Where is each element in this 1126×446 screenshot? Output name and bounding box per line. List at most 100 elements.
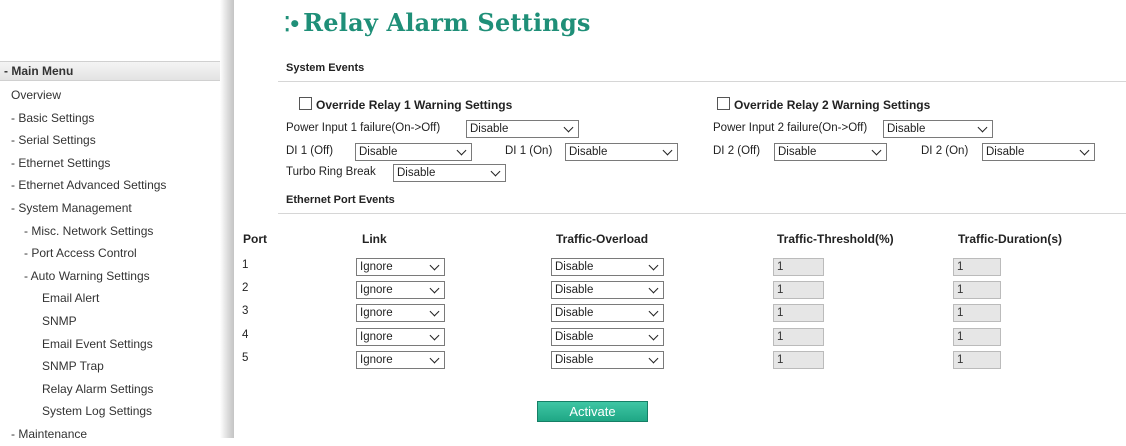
menu-item-relay-alarm-settings[interactable]: Relay Alarm Settings [0,378,220,401]
column-header-traffic-duration: Traffic-Duration(s) [958,232,1063,246]
power-input1-select[interactable]: Disable [466,120,579,138]
di2-on-select[interactable]: Disable [982,143,1095,161]
link-select[interactable]: Ignore [356,351,445,369]
di1-off-label: DI 1 (Off) [286,145,334,157]
link-value: Ignore [360,354,393,366]
main-menu-header[interactable]: - Main Menu [0,61,220,81]
system-events-divider [278,81,1126,82]
traffic-overload-select[interactable]: Disable [551,351,664,369]
traffic-overload-select[interactable]: Disable [551,258,664,276]
di1-on-label: DI 1 (On) [505,145,553,157]
chevron-down-icon [429,306,440,317]
di2-off-select[interactable]: Disable [774,143,887,161]
override-relay2-label: Override Relay 2 Warning Settings [734,98,931,112]
turbo-ring-break-select[interactable]: Disable [393,164,506,182]
override-relay1-checkbox[interactable] [299,97,312,110]
menu-item-serial-settings[interactable]: - Serial Settings [0,129,220,152]
chevron-down-icon [429,260,440,271]
main-menu-list: Overview - Basic Settings - Serial Setti… [0,84,220,446]
traffic-overload-value: Disable [555,284,594,296]
menu-item-auto-warning-settings[interactable]: - Auto Warning Settings [0,265,220,288]
menu-item-overview[interactable]: Overview [0,84,220,107]
traffic-threshold-input[interactable]: 1 [773,281,824,299]
traffic-threshold-input[interactable]: 1 [773,351,824,369]
traffic-overload-value: Disable [555,354,594,366]
menu-item-snmp[interactable]: SNMP [0,310,220,333]
traffic-overload-select[interactable]: Disable [551,281,664,299]
page-title-text: Relay Alarm Settings [303,8,591,37]
activate-button[interactable]: Activate [537,401,648,422]
menu-item-system-management[interactable]: - System Management [0,197,220,220]
di2-on-label: DI 2 (On) [921,145,969,157]
traffic-overload-select[interactable]: Disable [551,304,664,322]
column-header-traffic-overload: Traffic-Overload [556,232,649,246]
column-header-link: Link [362,232,387,246]
di1-on-select[interactable]: Disable [565,143,678,161]
traffic-duration-input[interactable]: 1 [953,281,1001,299]
chevron-down-icon [871,145,882,156]
link-select[interactable]: Ignore [356,281,445,299]
power-input1-label: Power Input 1 failure(On->Off) [286,122,441,134]
traffic-duration-input[interactable]: 1 [953,351,1001,369]
sidebar-shadow [220,0,234,438]
override-relay2-checkbox[interactable] [717,97,730,110]
menu-item-ethernet-advanced-settings[interactable]: - Ethernet Advanced Settings [0,174,220,197]
dots-icon: ⁚• [284,12,301,36]
di2-on-value: Disable [986,146,1025,158]
chevron-down-icon [662,145,673,156]
menu-item-email-event-settings[interactable]: Email Event Settings [0,333,220,356]
traffic-duration-input[interactable]: 1 [953,258,1001,276]
di1-off-select[interactable]: Disable [355,143,472,161]
turbo-ring-break-label: Turbo Ring Break [286,166,376,178]
traffic-overload-value: Disable [555,331,594,343]
link-value: Ignore [360,284,393,296]
chevron-down-icon [563,122,574,133]
link-value: Ignore [360,261,393,273]
menu-item-maintenance[interactable]: - Maintenance [0,423,220,446]
traffic-overload-value: Disable [555,261,594,273]
menu-item-misc-network-settings[interactable]: - Misc. Network Settings [0,220,220,243]
chevron-down-icon [429,283,440,294]
menu-item-system-log-settings[interactable]: System Log Settings [0,400,220,423]
page-title: ⁚• Relay Alarm Settings [284,8,591,37]
power-input2-select[interactable]: Disable [883,120,993,138]
link-select[interactable]: Ignore [356,304,445,322]
di1-on-value: Disable [569,146,608,158]
traffic-overload-select[interactable]: Disable [551,328,664,346]
chevron-down-icon [977,122,988,133]
menu-item-snmp-trap[interactable]: SNMP Trap [0,355,220,378]
di1-off-value: Disable [359,146,398,158]
menu-item-port-access-control[interactable]: - Port Access Control [0,242,220,265]
menu-item-email-alert[interactable]: Email Alert [0,287,220,310]
link-select[interactable]: Ignore [356,258,445,276]
chevron-down-icon [456,145,467,156]
chevron-down-icon [429,330,440,341]
turbo-ring-break-value: Disable [397,167,436,179]
power-input2-label: Power Input 2 failure(On->Off) [713,122,868,134]
chevron-down-icon [1079,145,1090,156]
ethernet-port-events-divider [278,213,1126,214]
chevron-down-icon [648,283,659,294]
traffic-threshold-input[interactable]: 1 [773,328,824,346]
ethernet-port-events-label: Ethernet Port Events [286,194,395,206]
traffic-threshold-input[interactable]: 1 [773,304,824,322]
chevron-down-icon [648,306,659,317]
column-header-port: Port [243,232,267,246]
port-number: 3 [242,305,249,317]
menu-item-basic-settings[interactable]: - Basic Settings [0,107,220,130]
traffic-duration-input[interactable]: 1 [953,328,1001,346]
traffic-overload-value: Disable [555,307,594,319]
port-number: 5 [242,352,249,364]
menu-item-ethernet-settings[interactable]: - Ethernet Settings [0,152,220,175]
traffic-duration-input[interactable]: 1 [953,304,1001,322]
sidebar: - Main Menu Overview - Basic Settings - … [0,0,234,441]
traffic-threshold-input[interactable]: 1 [773,258,824,276]
link-value: Ignore [360,307,393,319]
chevron-down-icon [490,166,501,177]
di2-off-value: Disable [778,146,817,158]
link-value: Ignore [360,331,393,343]
port-number: 1 [242,259,249,271]
link-select[interactable]: Ignore [356,328,445,346]
chevron-down-icon [429,353,440,364]
column-header-traffic-threshold: Traffic-Threshold(%) [777,232,894,246]
